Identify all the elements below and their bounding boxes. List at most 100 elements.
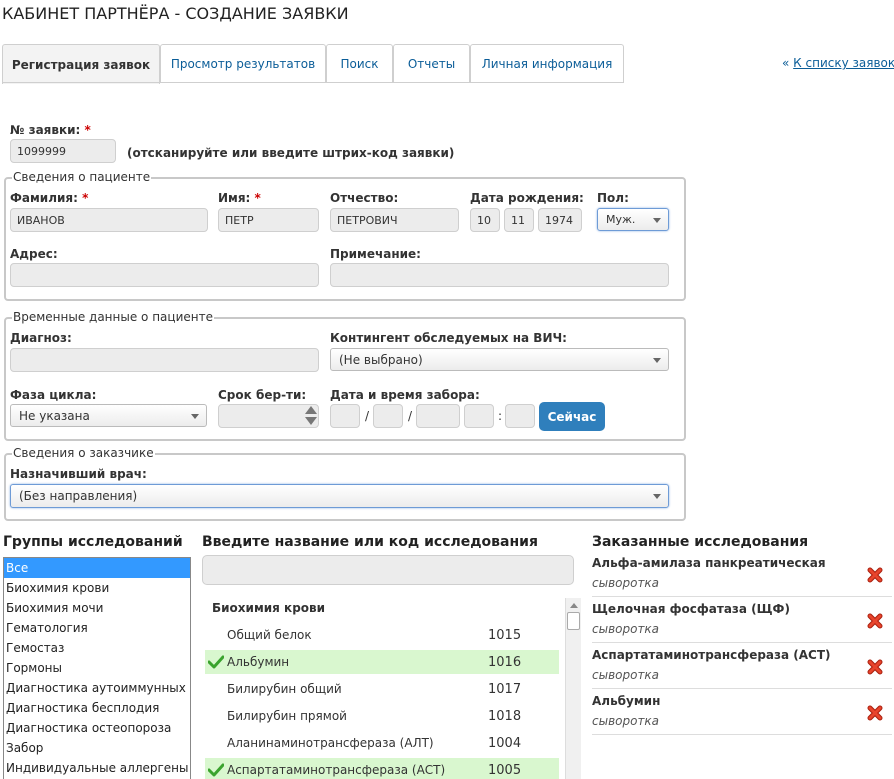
group-item[interactable]: Диагностика аутоиммунных за [4,678,190,698]
diagnosis-label: Диагноз: [10,331,72,345]
tab-registration[interactable]: Регистрация заявок [2,44,160,84]
address-label: Адрес: [10,247,58,261]
test-search-input[interactable] [202,555,574,585]
sex-value: Муж. [606,213,636,226]
now-button[interactable]: Сейчас [539,402,605,431]
test-row[interactable]: Альбумин 1016 [205,650,559,674]
patronymic-input[interactable]: ПЕТРОВИЧ [330,208,459,232]
tab-reports[interactable]: Отчеты [393,44,470,83]
group-item[interactable]: Индивидуальные аллергены [4,758,190,778]
collection-hour-input[interactable] [464,404,494,428]
ordered-item: Щелочная фосфатаза (ЩФ) сыворотка [592,597,892,643]
back-to-orders-link[interactable]: « К списку заявок [782,56,894,70]
spin-up-icon[interactable] [305,406,317,414]
cycle-phase-label: Фаза цикла: [10,388,97,402]
birth-date-label: Дата рождения: [470,191,584,205]
chevron-down-icon [653,494,661,499]
tests-title: Введите название или код исследования [202,534,538,550]
test-row[interactable]: Билирубин прямой 1018 [205,704,559,728]
diagnosis-input[interactable] [10,348,319,372]
group-item[interactable]: Гематология [4,618,190,638]
ordered-item-material: сыворотка [592,668,660,682]
order-number-label: № заявки: * [10,123,91,137]
delete-icon[interactable] [867,613,883,629]
test-name: Общий белок [227,628,312,642]
birth-month-input[interactable]: 11 [504,208,534,232]
group-item-all[interactable]: Все [4,558,190,578]
cycle-phase-select[interactable]: Не указана [10,404,207,427]
collection-day-input[interactable] [330,404,360,428]
test-code: 1016 [488,654,522,670]
test-code: 1017 [488,681,522,697]
test-row[interactable]: Аспартатаминотрансфераза (АСТ) 1005 [205,758,559,779]
address-input[interactable] [10,263,319,287]
group-item[interactable]: Биохимия крови [4,578,190,598]
tests-group-header: Биохимия крови [212,601,326,615]
order-number-input[interactable]: 1099999 [10,139,116,163]
surname-label: Фамилия: * [10,191,89,205]
ordered-item: Альфа-амилаза панкреатическая сыворотка [592,551,892,597]
group-item[interactable]: Гормоны [4,658,190,678]
doctor-label: Назначивший врач: [10,467,147,481]
patronymic-label: Отчество: [330,191,399,205]
date-separator: / [365,409,370,423]
delete-icon[interactable] [867,659,883,675]
cycle-phase-value: Не указана [19,408,90,423]
ordered-item-material: сыворотка [592,622,660,636]
collection-minute-input[interactable] [505,404,535,428]
chevron-down-icon [191,414,199,419]
collection-year-input[interactable] [416,404,460,428]
chevron-down-icon [653,218,661,223]
groups-list[interactable]: Все Биохимия крови Биохимия мочи Гематол… [3,557,191,779]
note-input[interactable] [330,263,669,287]
group-item[interactable]: Биохимия мочи [4,598,190,618]
ordered-item-material: сыворотка [592,576,660,590]
name-input[interactable]: ПЕТР [218,208,319,232]
scroll-up-icon[interactable] [570,603,578,608]
name-label: Имя: * [218,191,261,205]
group-item[interactable]: Гемостаз [4,638,190,658]
ordered-item-name: Альбумин [592,694,661,708]
tab-results[interactable]: Просмотр результатов [160,44,326,83]
surname-input[interactable]: ИВАНОВ [10,208,208,232]
check-icon [208,763,224,777]
chevron-down-icon [653,358,661,363]
tab-search[interactable]: Поиск [326,44,393,83]
order-number-hint: (отсканируйте или введите штрих-код заяв… [127,146,455,160]
delete-icon[interactable] [867,705,883,721]
tab-personal-info[interactable]: Личная информация [470,44,624,83]
collection-datetime-label: Дата и время забора: [330,388,480,402]
birth-day-input[interactable]: 10 [470,208,500,232]
test-row[interactable]: Билирубин общий 1017 [205,677,559,701]
note-label: Примечание: [330,247,421,261]
group-item[interactable]: Диагностика бесплодия [4,698,190,718]
temp-data-legend: Временные данные о пациенте [12,310,214,324]
customer-legend: Сведения о заказчике [12,446,155,460]
hiv-select[interactable]: (Не выбрано) [330,348,669,371]
tests-scrollbar[interactable] [565,598,581,779]
delete-icon[interactable] [867,567,883,583]
group-item[interactable]: Забор [4,738,190,758]
collection-month-input[interactable] [373,404,403,428]
check-icon [208,655,224,669]
test-code: 1018 [488,708,522,724]
sex-select[interactable]: Муж. [597,208,669,231]
test-code: 1004 [488,735,522,751]
ordered-item-name: Аспартатаминотрансфераза (АСТ) [592,648,831,662]
ordered-title: Заказанные исследования [592,534,809,550]
sex-label: Пол: [597,191,629,205]
ordered-item: Альбумин сыворотка [592,689,892,735]
birth-year-input[interactable]: 1974 [538,208,582,232]
scroll-thumb[interactable] [567,612,580,630]
group-item[interactable]: Диагностика остеопороза [4,718,190,738]
doctor-select[interactable]: (Без направления) [10,484,669,508]
test-name: Билирубин прямой [227,709,347,723]
pregnancy-term-spinner[interactable] [304,405,318,427]
test-row[interactable]: Общий белок 1015 [205,623,559,647]
spin-down-icon[interactable] [305,417,317,425]
test-row[interactable]: Аланинаминотрансфераза (АЛТ) 1004 [205,731,559,755]
time-separator: : [498,409,503,423]
hiv-value: (Не выбрано) [339,352,423,367]
back-arrows: « [782,56,790,70]
tests-list: Биохимия крови Общий белок 1015 Альбумин 10… [202,596,582,779]
